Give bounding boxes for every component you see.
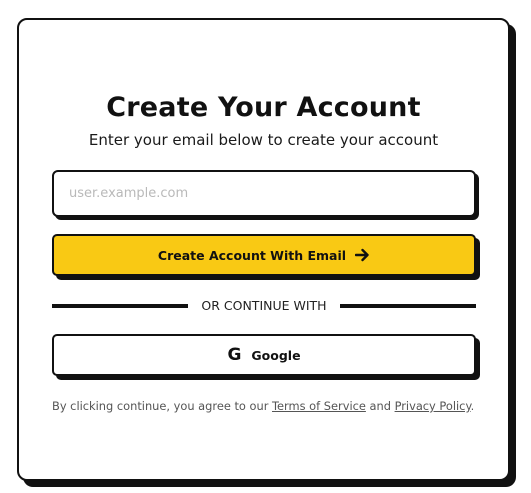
create-account-button-label: Create Account With Email [157, 247, 347, 263]
terms-middle: and [365, 399, 395, 413]
google-icon: G [227, 344, 242, 365]
privacy-policy-link[interactable]: Privacy Policy [395, 399, 471, 413]
arrow-right-icon [355, 248, 370, 262]
divider-line-right [340, 304, 476, 308]
google-button-label: Google [251, 347, 301, 363]
terms-of-service-link[interactable]: Terms of Service [272, 399, 366, 413]
page-subtitle: Enter your email below to create your ac… [88, 131, 439, 149]
page-title: Create Your Account [106, 92, 421, 123]
email-field[interactable] [54, 172, 474, 215]
terms-notice: By clicking continue, you agree to our T… [52, 399, 475, 413]
email-field-container [52, 170, 476, 217]
create-account-button[interactable]: Create Account With Email [52, 234, 476, 276]
divider: OR CONTINUE WITH [52, 299, 476, 313]
google-sign-in-button[interactable]: G Google [52, 334, 476, 376]
terms-suffix: . [470, 399, 475, 413]
terms-prefix: By clicking continue, you agree to our [52, 399, 273, 413]
signup-card: Create Your Account Enter your email bel… [17, 18, 510, 481]
